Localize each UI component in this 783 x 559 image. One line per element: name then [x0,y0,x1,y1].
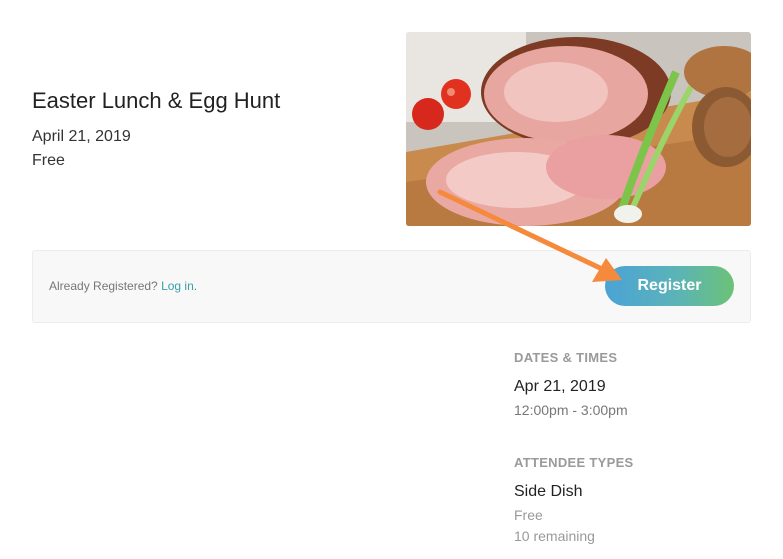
dates-times-heading: DATES & TIMES [514,350,618,365]
login-link[interactable]: Log in [161,279,194,293]
attendee-type-name: Side Dish [514,483,583,500]
already-registered-label: Already Registered? [49,279,158,293]
register-button[interactable]: Register [605,266,734,306]
event-price: Free [32,152,65,169]
already-registered-text: Already Registered? Log in. [49,279,197,293]
event-page: Easter Lunch & Egg Hunt April 21, 2019 F… [0,0,783,559]
registration-bar: Already Registered? Log in. Register [32,250,751,323]
dates-times-date: Apr 21, 2019 [514,378,606,395]
login-suffix: . [193,279,198,293]
event-image [406,32,751,226]
attendee-type-price: Free [514,507,543,523]
event-date: April 21, 2019 [32,128,131,145]
dates-times-time: 12:00pm - 3:00pm [514,402,628,418]
attendee-types-heading: ATTENDEE TYPES [514,455,634,470]
event-title: Easter Lunch & Egg Hunt [32,88,281,113]
attendee-type-remaining: 10 remaining [514,528,595,544]
